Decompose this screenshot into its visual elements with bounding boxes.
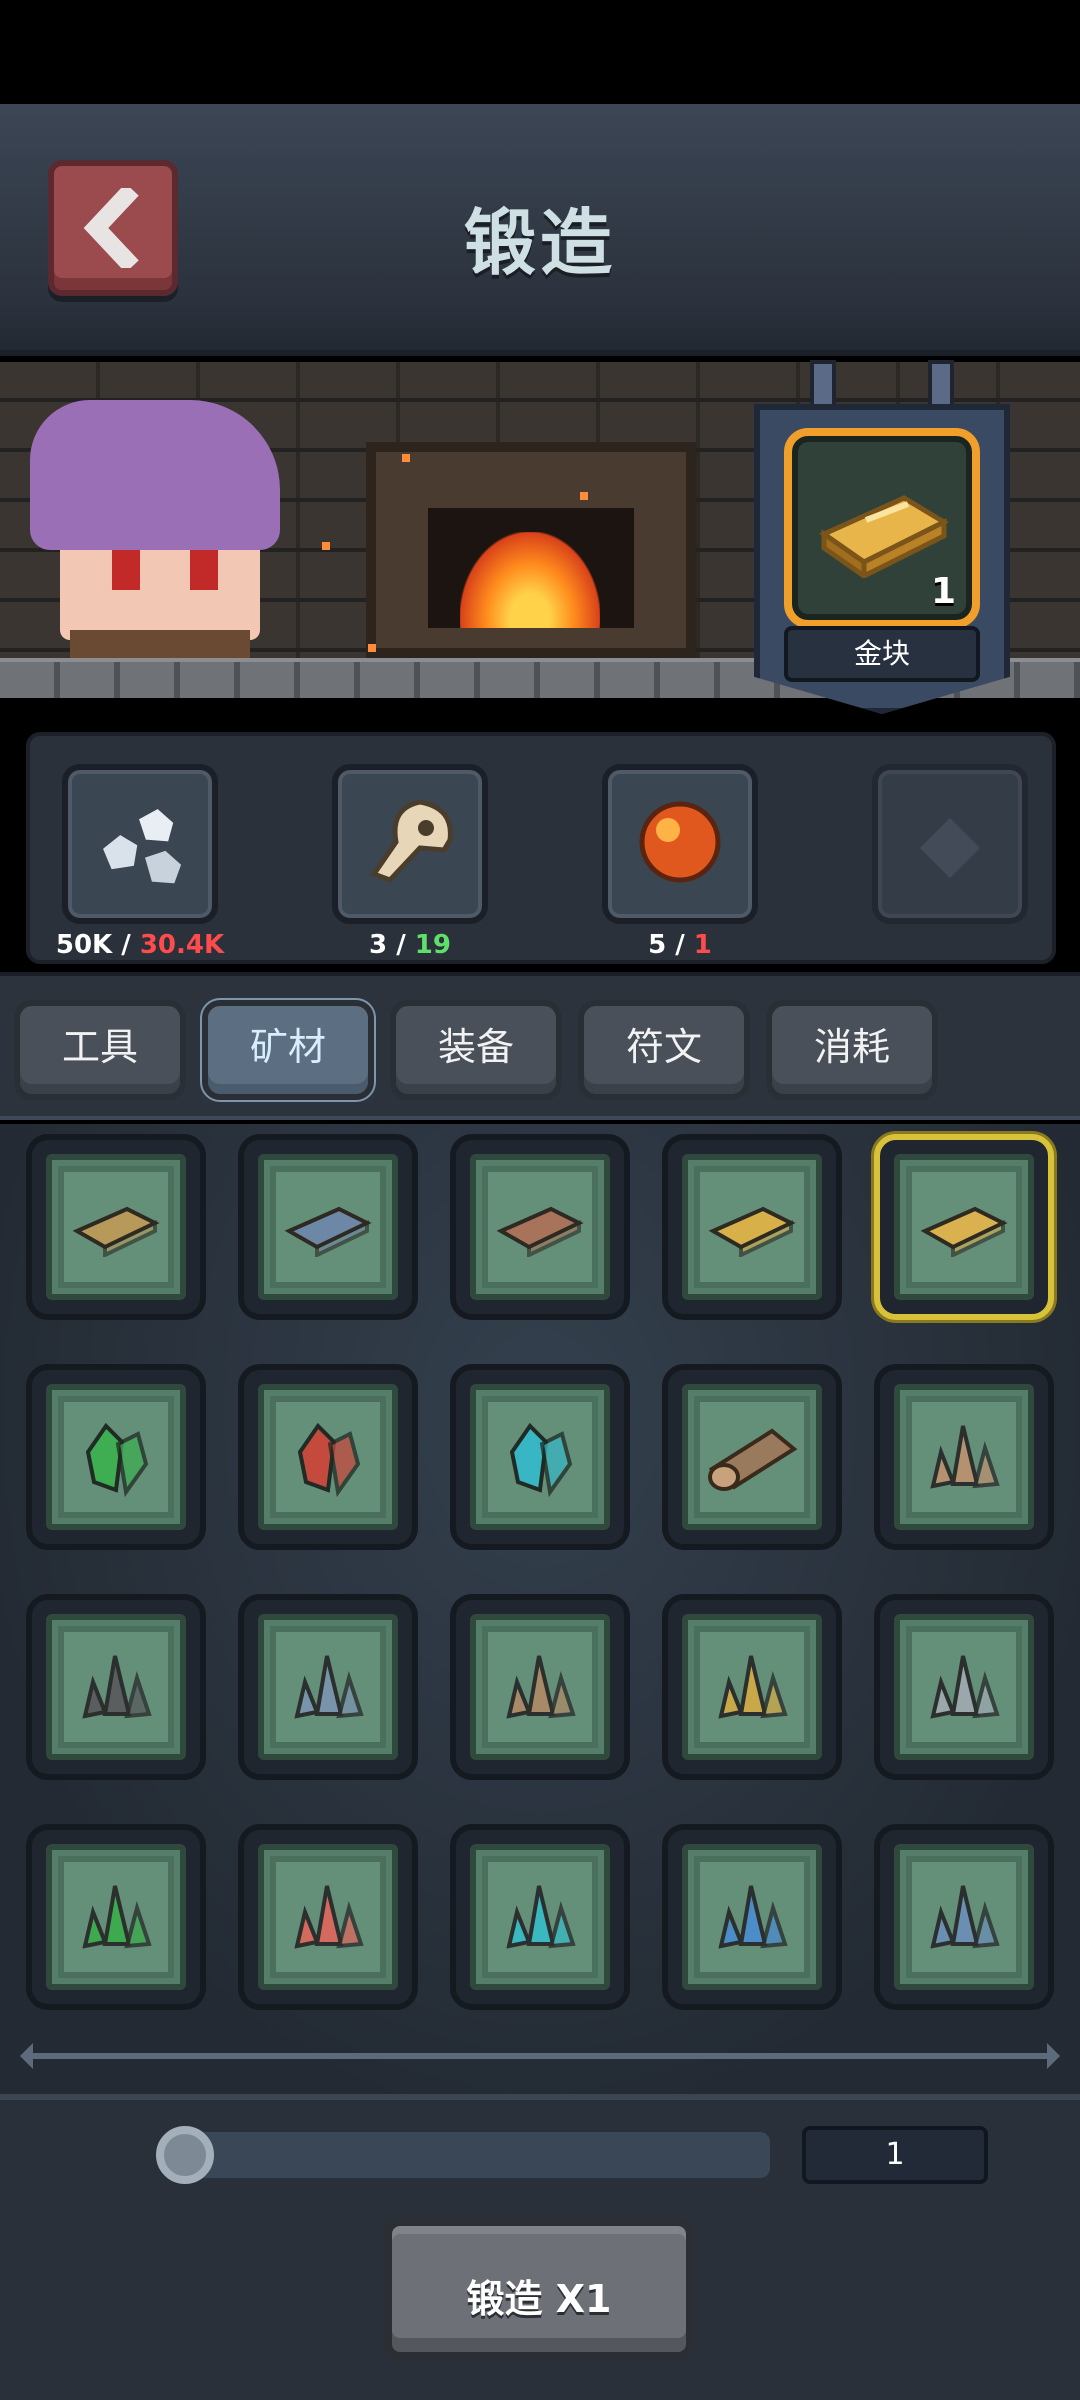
material-slot-frame (258, 1154, 398, 1300)
material-slot[interactable] (238, 1364, 418, 1550)
fire-icon (460, 532, 600, 628)
material-slot[interactable] (238, 1824, 418, 2010)
material-slot[interactable] (662, 1594, 842, 1780)
target-item-slot[interactable]: 1 (784, 428, 980, 628)
category-tabs: 工具 矿材 装备 符文 消耗 (0, 972, 1080, 1120)
material-slot[interactable] (450, 1594, 630, 1780)
material-slot[interactable] (874, 1594, 1054, 1780)
materials-grid (0, 1124, 1080, 2094)
material-slot[interactable] (26, 1364, 206, 1550)
resource-slot-empty (872, 764, 1028, 924)
material-slot-frame (258, 1614, 398, 1760)
material-slot-frame (258, 1844, 398, 1990)
material-slot[interactable] (874, 1364, 1054, 1550)
quantity-field[interactable]: 1 (802, 2126, 988, 2184)
material-slot-frame (682, 1614, 822, 1760)
material-slot-frame (46, 1614, 186, 1760)
header: 锻造 (0, 104, 1080, 356)
material-slot-frame (894, 1154, 1034, 1300)
resource-slot-skull[interactable] (332, 764, 488, 924)
gold-bar-icon (818, 495, 950, 578)
material-slot-frame (470, 1384, 610, 1530)
material-slot-frame (894, 1614, 1034, 1760)
tab-consumables[interactable]: 消耗 (766, 1000, 938, 1100)
material-slot[interactable] (662, 1134, 842, 1320)
material-slot-frame (682, 1384, 822, 1530)
material-slot-frame (46, 1844, 186, 1990)
resource-requirements: 50K / 30.4K 3 / 19 5 / 1 (26, 732, 1056, 964)
tab-equipment[interactable]: 装备 (390, 1000, 562, 1100)
blacksmith-character (20, 400, 290, 698)
material-slot-frame (46, 1384, 186, 1530)
material-slot[interactable] (450, 1134, 630, 1320)
resource-count-amber-gem: 5 / 1 (648, 930, 712, 960)
resource-slot-amber-gem[interactable] (602, 764, 758, 924)
material-slot-frame (258, 1384, 398, 1530)
forge-button[interactable]: 锻造 X1 (384, 2218, 694, 2360)
material-slot[interactable] (26, 1824, 206, 2010)
target-item-name: 金块 (784, 626, 980, 682)
material-slot[interactable] (26, 1594, 206, 1780)
tab-materials[interactable]: 矿材 (202, 1000, 374, 1100)
material-slot-frame (682, 1844, 822, 1990)
page-title: 锻造 (463, 201, 616, 285)
locked-slot-icon (920, 818, 980, 878)
quantity-slider-thumb[interactable] (156, 2126, 214, 2184)
silver-ore-icon (96, 802, 187, 889)
status-bar (0, 0, 1080, 104)
material-slot[interactable] (662, 1364, 842, 1550)
material-slot[interactable] (26, 1134, 206, 1320)
material-slot[interactable] (238, 1134, 418, 1320)
material-slot-frame (470, 1844, 610, 1990)
skull-icon (370, 799, 453, 883)
tab-tools[interactable]: 工具 (14, 1000, 186, 1100)
material-slot[interactable] (450, 1364, 630, 1550)
material-slot[interactable] (874, 1134, 1054, 1320)
tab-runes[interactable]: 符文 (578, 1000, 750, 1100)
quantity-slider[interactable] (162, 2132, 770, 2178)
forge-target-banner: 1 金块 (754, 360, 1010, 714)
material-slot[interactable] (874, 1824, 1054, 2010)
material-slot-frame (682, 1154, 822, 1300)
material-slot-frame (46, 1154, 186, 1300)
fireplace (366, 442, 696, 658)
material-slot[interactable] (450, 1824, 630, 2010)
material-slot-frame (894, 1384, 1034, 1530)
horizontal-scroll-indicator[interactable] (20, 2043, 1060, 2069)
material-slot-frame (894, 1844, 1034, 1990)
target-count: 1 (930, 571, 956, 612)
resource-count-silver-ore: 50K / 30.4K (55, 930, 225, 960)
resource-count-skull: 3 / 19 (369, 930, 451, 960)
material-slot-frame (470, 1154, 610, 1300)
material-slot[interactable] (238, 1594, 418, 1780)
forge-button-label: 锻造 X1 (466, 2277, 612, 2321)
resource-slot-silver-ore[interactable] (62, 764, 218, 924)
amber-gem-icon (639, 801, 721, 883)
material-slot-frame (470, 1614, 610, 1760)
material-slot[interactable] (662, 1824, 842, 2010)
forge-footer: 1 锻造 X1 (0, 2094, 1080, 2400)
